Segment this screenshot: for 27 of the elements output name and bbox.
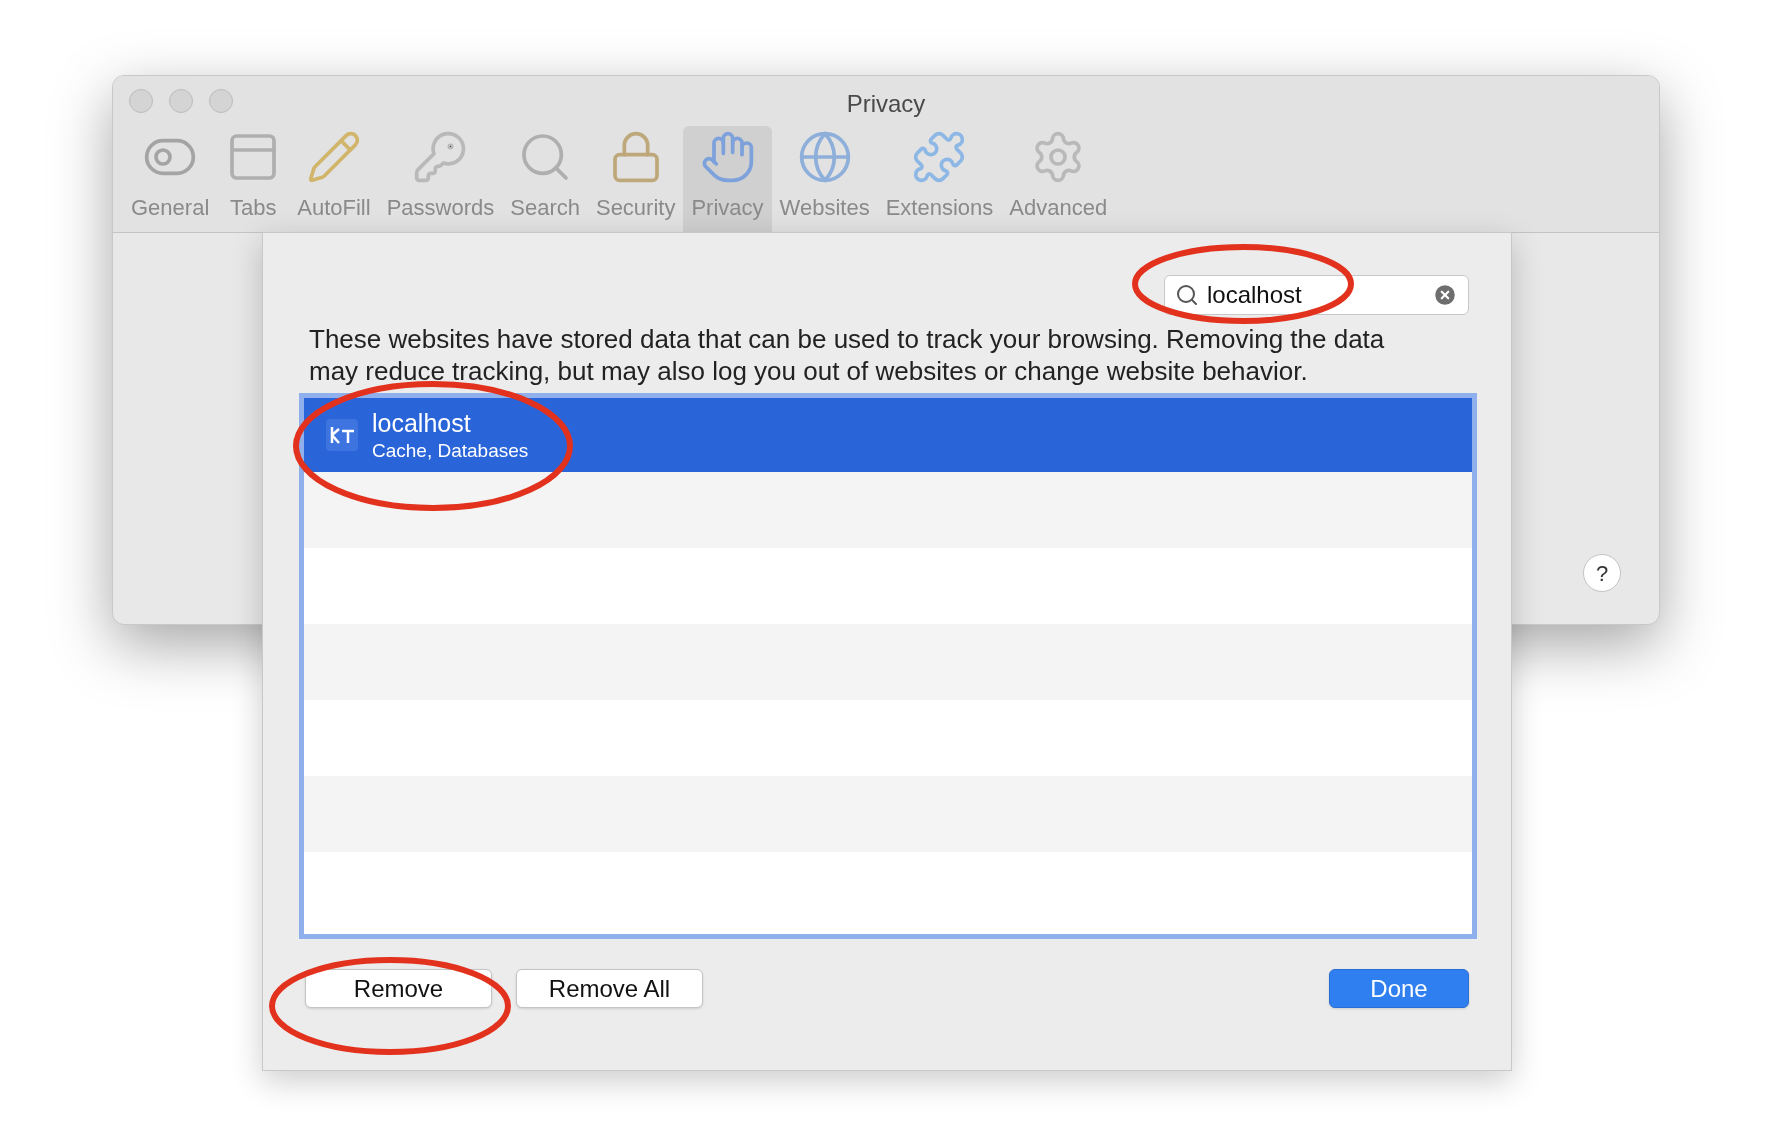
dialog-button[interactable]: Remove All (516, 969, 703, 1008)
dialog-button[interactable]: Done (1329, 969, 1469, 1008)
search-text: localhost (1207, 280, 1303, 310)
toolbar-tab[interactable]: Advanced (1001, 125, 1116, 232)
clear-icon[interactable] (1432, 282, 1458, 308)
search-icon (1175, 283, 1199, 307)
search-field[interactable]: localhost (1164, 275, 1469, 315)
toolbar-tab[interactable]: Passwords (378, 125, 503, 232)
help-button[interactable]: ? (1583, 554, 1621, 592)
toolbar-tab[interactable]: Security (587, 125, 684, 232)
window-control-icon[interactable] (209, 88, 233, 113)
toolbar-tab[interactable]: Privacy (683, 125, 772, 232)
toolbar-tab[interactable]: AutoFill (289, 125, 379, 232)
window-control-icon[interactable] (169, 88, 193, 113)
toolbar-tab[interactable]: Tabs (217, 125, 290, 232)
window-title: Privacy (846, 89, 926, 119)
toolbar-tab[interactable]: Search (502, 125, 588, 232)
dialog-button[interactable]: Remove (305, 969, 492, 1008)
website-row[interactable]: localhost Cache, Databases (304, 398, 1472, 472)
site-name: localhost (372, 407, 472, 439)
description-text: These websites have stored data that can be used to track your browsing. Removing the data may reduce tracking, but may also log you out of websites or change website behavior. (308, 323, 1386, 387)
site-icon (326, 419, 358, 451)
site-details: Cache, Databases (372, 438, 529, 463)
toolbar-tab[interactable]: Extensions (877, 125, 1002, 232)
toolbar-tab[interactable]: General (123, 125, 218, 232)
window-control-icon[interactable] (129, 88, 153, 113)
toolbar-tab[interactable]: Websites (771, 125, 878, 232)
